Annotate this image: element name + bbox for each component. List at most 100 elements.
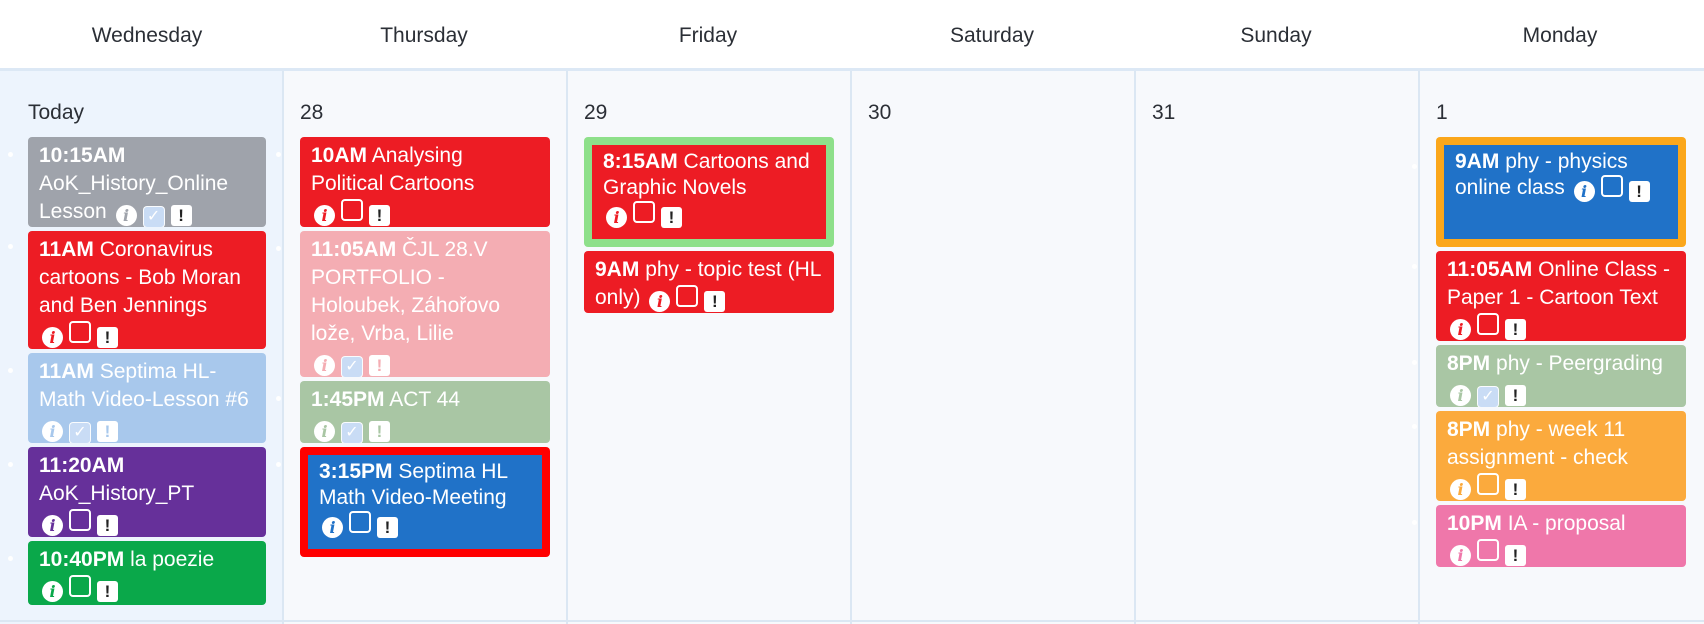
event-dot xyxy=(8,462,13,467)
event-aok-history-pt[interactable]: 11:20AM AoK_History_PT i! xyxy=(28,447,266,537)
checkbox-checked-icon[interactable]: ✓ xyxy=(341,422,363,443)
info-icon[interactable]: i xyxy=(1450,319,1471,340)
event-dot xyxy=(276,246,281,251)
event-inner: 3:15PM Septima HL Math Video-Meeting i! xyxy=(308,455,542,549)
event-act-44[interactable]: 1:45PM ACT 44 i ✓! xyxy=(300,381,550,443)
alert-icon[interactable]: ! xyxy=(661,207,682,228)
checkbox-icon[interactable] xyxy=(1600,175,1623,197)
event-time: 11AM xyxy=(39,360,94,383)
alert-icon[interactable]: ! xyxy=(97,421,118,442)
event-septima-math-lesson[interactable]: 11AM Septima HL-Math Video-Lesson #6 i ✓! xyxy=(28,353,266,443)
alert-icon[interactable]: ! xyxy=(97,515,118,536)
alert-icon[interactable]: ! xyxy=(1628,181,1650,202)
alert-icon[interactable]: ! xyxy=(1505,479,1526,500)
checkbox-icon[interactable] xyxy=(341,199,363,221)
info-icon[interactable]: i xyxy=(1450,385,1471,406)
alert-icon[interactable]: ! xyxy=(1505,545,1526,566)
event-cjl-portfolio[interactable]: 11:05AM ČJL 28.V PORTFOLIO - Holoubek, Z… xyxy=(300,231,550,377)
event-aok-history-online[interactable]: 10:15AM AoK_History_Online Lesson i ✓! xyxy=(28,137,266,227)
checkbox-icon[interactable] xyxy=(349,511,371,533)
event-ia-proposal[interactable]: 10PM IA - proposal i! xyxy=(1436,505,1686,567)
info-icon[interactable]: i xyxy=(42,515,63,536)
event-septima-math-meeting[interactable]: 3:15PM Septima HL Math Video-Meeting i! xyxy=(300,447,550,557)
checkbox-icon[interactable] xyxy=(1477,473,1499,495)
event-coronavirus-cartoons[interactable]: 11AM Coronavirus cartoons - Bob Moran an… xyxy=(28,231,266,349)
event-dot xyxy=(276,462,281,467)
event-time: 10PM xyxy=(1447,512,1502,535)
event-cartoons-graphic-novels[interactable]: 8:15AM Cartoons and Graphic Novels i! xyxy=(584,137,834,247)
checkbox-icon[interactable] xyxy=(676,285,699,307)
event-phy-topic-test[interactable]: 9AM phy - topic test (HL only) i! xyxy=(584,251,834,313)
event-la-poezie[interactable]: 10:40PM la poezie i! xyxy=(28,541,266,605)
event-phy-week-11-assignment[interactable]: 8PM phy - week 11 assignment - check i! xyxy=(1436,411,1686,501)
day-header-thursday: Thursday xyxy=(380,24,468,47)
alert-icon[interactable]: ! xyxy=(704,291,726,312)
info-icon[interactable]: i xyxy=(1450,479,1471,500)
event-title: phy - Peergrading xyxy=(1496,352,1663,375)
day-column-saturday[interactable] xyxy=(852,71,1136,624)
info-icon[interactable]: i xyxy=(42,421,63,442)
checkbox-checked-icon[interactable]: ✓ xyxy=(341,356,363,377)
event-time: 10:15AM xyxy=(39,144,126,167)
event-dot xyxy=(1412,360,1417,365)
event-time: 11:05AM xyxy=(1447,258,1533,281)
checkbox-checked-icon[interactable]: ✓ xyxy=(1477,386,1499,407)
date-label-29: 29 xyxy=(584,101,608,124)
day-header-sunday: Sunday xyxy=(1240,24,1312,47)
event-dot xyxy=(1412,264,1417,269)
info-icon[interactable]: i xyxy=(314,421,335,442)
event-online-class-paper-1[interactable]: 11:05AM Online Class - Paper 1 - Cartoon… xyxy=(1436,251,1686,341)
checkbox-icon[interactable] xyxy=(69,509,91,531)
info-icon[interactable]: i xyxy=(322,517,343,538)
alert-icon[interactable]: ! xyxy=(369,355,390,376)
event-time: 9AM xyxy=(1455,150,1500,173)
event-time: 11:20AM xyxy=(39,454,125,477)
alert-icon[interactable]: ! xyxy=(97,327,118,348)
event-time: 11:05AM xyxy=(311,238,397,261)
alert-icon[interactable]: ! xyxy=(97,581,118,602)
info-icon[interactable]: i xyxy=(42,327,63,348)
checkbox-checked-icon[interactable]: ✓ xyxy=(69,422,91,443)
event-title: IA - proposal xyxy=(1507,512,1626,535)
info-icon[interactable]: i xyxy=(649,291,671,312)
event-phy-peergrading[interactable]: 8PM phy - Peergrading i ✓! xyxy=(1436,345,1686,407)
day-header-friday: Friday xyxy=(678,24,738,47)
event-time: 1:45PM xyxy=(311,388,385,411)
event-phy-physics-online-class[interactable]: 9AM phy - physics online class i! xyxy=(1436,137,1686,247)
date-label-30: 30 xyxy=(868,101,892,124)
alert-icon[interactable]: ! xyxy=(369,421,390,442)
checkbox-checked-icon[interactable]: ✓ xyxy=(142,206,165,227)
day-header-monday: Monday xyxy=(1522,24,1598,47)
checkbox-icon[interactable] xyxy=(69,321,91,343)
date-label-1: 1 xyxy=(1436,101,1448,124)
event-time: 10AM xyxy=(311,144,368,167)
event-title: ACT 44 xyxy=(389,388,461,411)
info-icon[interactable]: i xyxy=(314,355,335,376)
date-label-31: 31 xyxy=(1152,101,1176,124)
checkbox-icon[interactable] xyxy=(1477,539,1499,561)
alert-icon[interactable]: ! xyxy=(170,205,192,226)
alert-icon[interactable]: ! xyxy=(1505,385,1526,406)
info-icon[interactable]: i xyxy=(42,581,63,602)
event-title: la poezie xyxy=(130,548,215,571)
event-inner: 9AM phy - physics online class i! xyxy=(1444,145,1678,239)
event-dot xyxy=(276,152,281,157)
event-time: 11AM xyxy=(39,238,94,261)
event-dot xyxy=(276,396,281,401)
event-dot xyxy=(1412,520,1417,525)
checkbox-icon[interactable] xyxy=(633,201,655,223)
event-dot xyxy=(1412,424,1417,429)
calendar-header: Wednesday Thursday Friday Saturday Sunda… xyxy=(0,0,1704,71)
alert-icon[interactable]: ! xyxy=(1505,319,1526,340)
info-icon[interactable]: i xyxy=(606,207,627,228)
info-icon[interactable]: i xyxy=(314,205,335,226)
alert-icon[interactable]: ! xyxy=(369,205,390,226)
day-column-sunday[interactable] xyxy=(1136,71,1420,624)
info-icon[interactable]: i xyxy=(1450,545,1471,566)
info-icon[interactable]: i xyxy=(1573,181,1595,202)
info-icon[interactable]: i xyxy=(115,205,137,226)
checkbox-icon[interactable] xyxy=(1477,313,1499,335)
checkbox-icon[interactable] xyxy=(69,575,91,597)
alert-icon[interactable]: ! xyxy=(377,517,398,538)
event-analysing-political-cartoons[interactable]: 10AM Analysing Political Cartoons i! xyxy=(300,137,550,227)
